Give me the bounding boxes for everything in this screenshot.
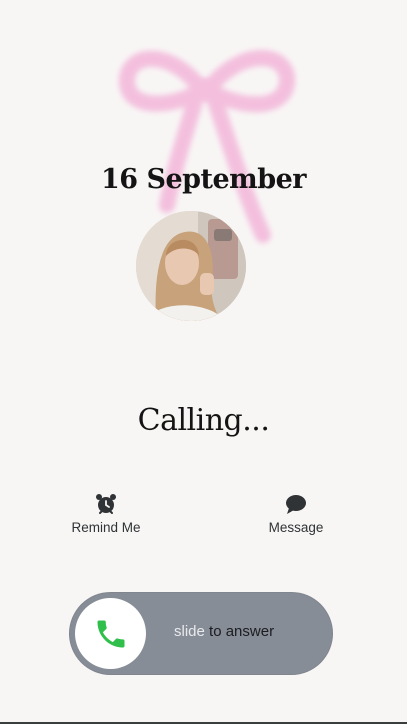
slide-hint-rest: to answer — [204, 623, 275, 640]
message-button[interactable]: Message — [236, 492, 356, 535]
incoming-call-screen: 16 September Calling... Remind Me Messag… — [0, 0, 407, 724]
call-date: 16 September — [100, 164, 307, 195]
answer-knob[interactable] — [75, 598, 146, 669]
alarm-clock-icon — [96, 494, 116, 514]
slide-hint-faded: slide — [174, 623, 205, 640]
message-label: Message — [268, 520, 324, 535]
speech-bubble-icon — [286, 495, 306, 514]
slide-to-answer-slider[interactable]: slide to answer — [69, 592, 333, 675]
remind-me-label: Remind Me — [71, 520, 141, 535]
slide-to-answer-hint: slide to answer — [174, 623, 274, 640]
contact-avatar — [136, 211, 246, 321]
remind-me-button[interactable]: Remind Me — [46, 492, 166, 535]
phone-icon — [97, 620, 124, 647]
call-status: Calling... — [137, 403, 270, 438]
